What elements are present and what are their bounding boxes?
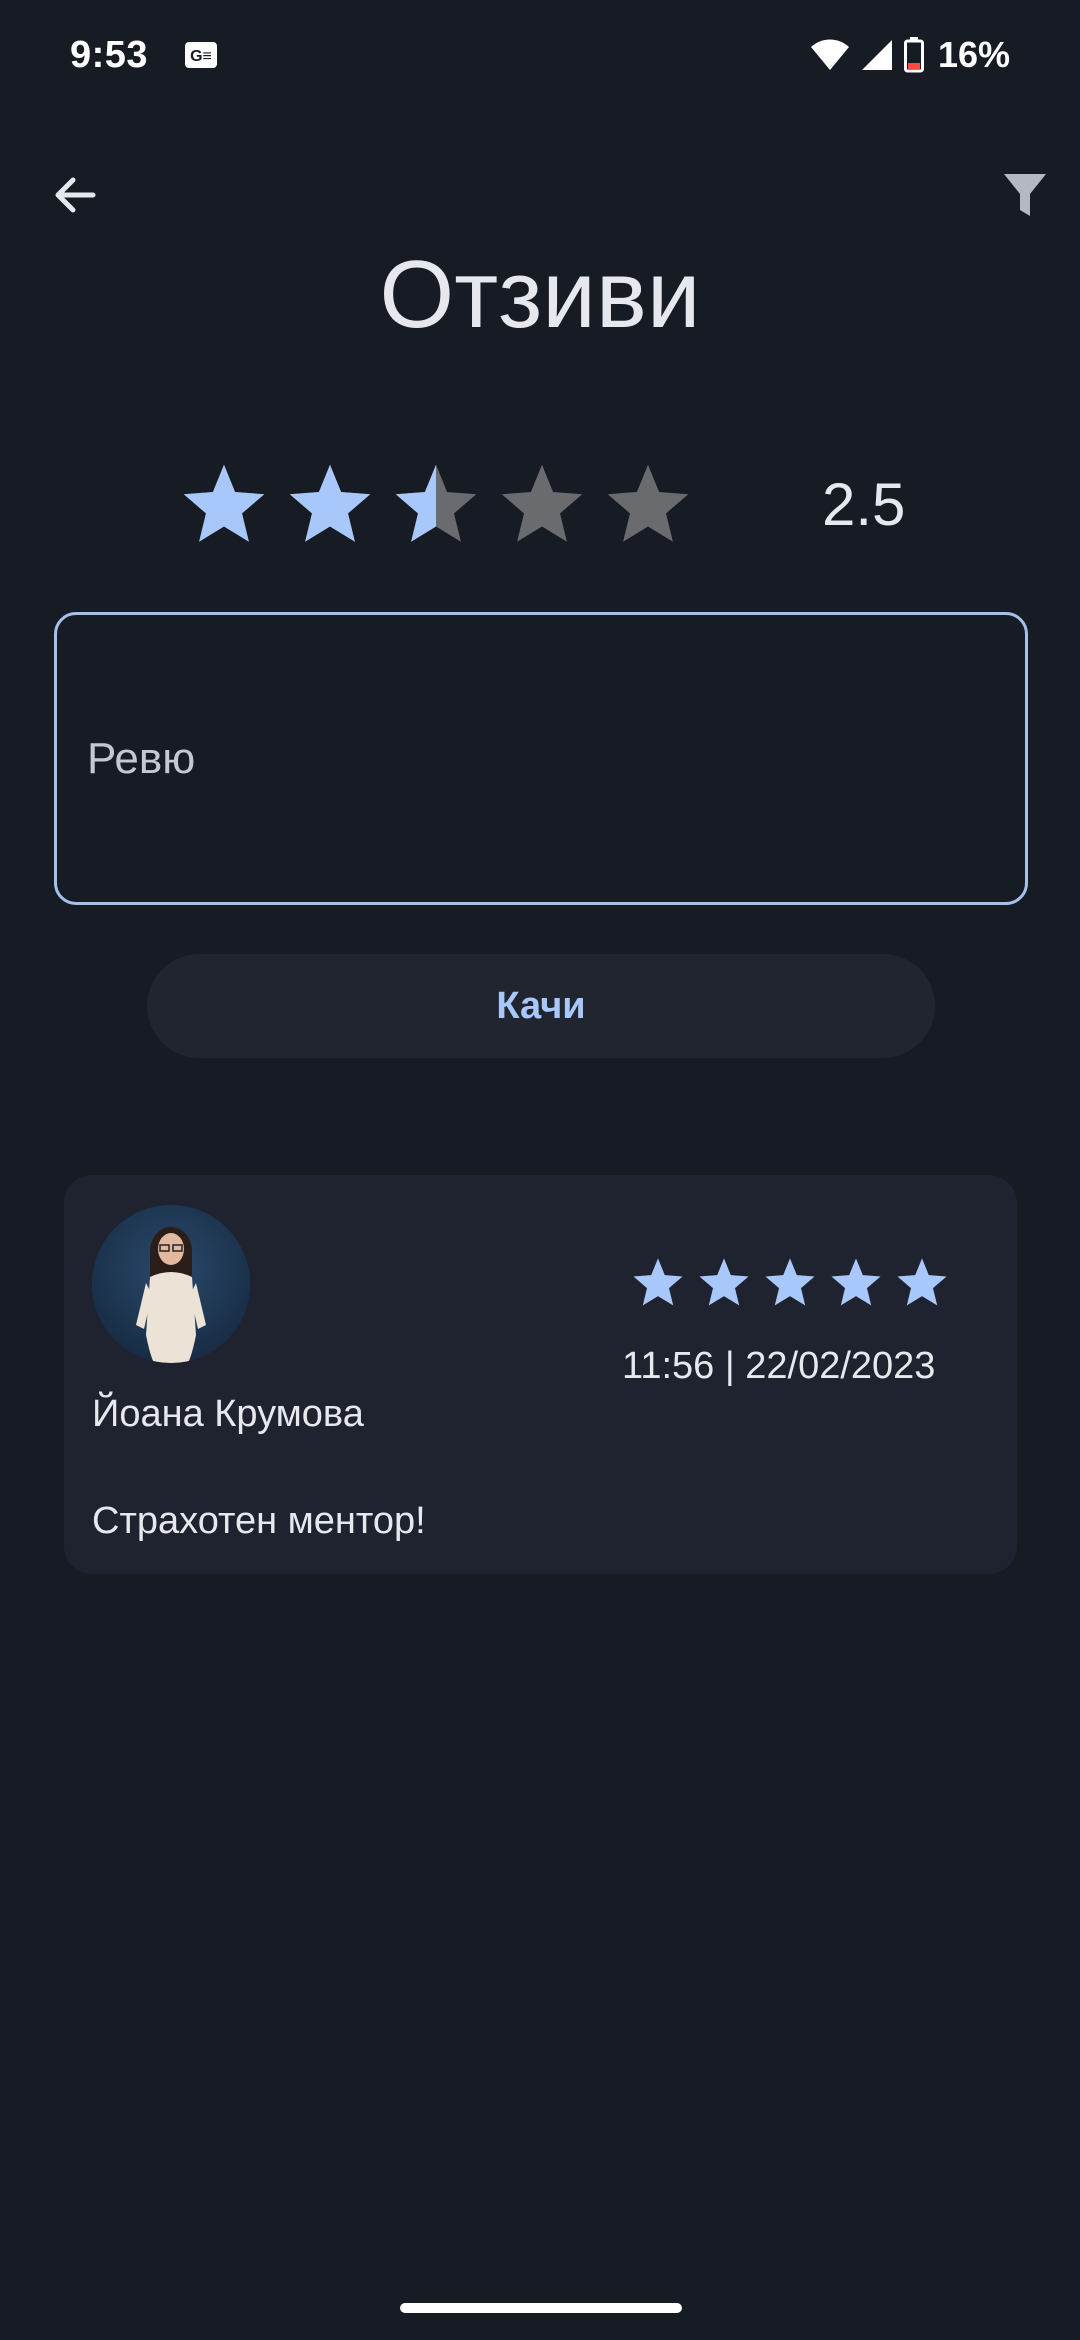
rating-star-icon [395, 464, 477, 542]
battery-percent: 16% [937, 34, 1010, 75]
filter-icon [1004, 174, 1046, 216]
upload-button[interactable]: Качи [147, 954, 935, 1058]
rating-star-icon [607, 464, 689, 542]
rating-star-icon [183, 464, 265, 542]
back-button[interactable] [40, 160, 110, 230]
filter-button[interactable] [990, 160, 1060, 230]
page-title: Отзиви [379, 241, 701, 348]
review-text: Страхотен ментор! [92, 1500, 426, 1542]
review-card: Йоана Крумова 11:56 | 22/02/2023 Страхот… [64, 1175, 1017, 1574]
review-field[interactable] [54, 612, 1028, 905]
review-star-icon [765, 1258, 815, 1306]
wifi-icon [810, 39, 849, 70]
review-star-icon [699, 1258, 749, 1306]
status-bar: 9:53 G≡ 16% [0, 0, 1080, 110]
status-time: 9:53 [70, 33, 149, 76]
review-datetime: 11:56 | 22/02/2023 [622, 1345, 936, 1387]
review-star-icon [633, 1258, 683, 1306]
cell-signal-icon [861, 40, 892, 70]
avatar-photo [92, 1205, 250, 1363]
svg-text:G≡: G≡ [190, 48, 212, 65]
reviews-screen: 9:53 G≡ 16% Отзиви 2.5 Ревю Качи Йоана К… [0, 0, 1080, 2340]
rating-stars [178, 459, 694, 551]
reviewer-name: Йоана Крумова [92, 1393, 364, 1435]
review-star-icon [831, 1258, 881, 1306]
status-right: 16% [810, 34, 1010, 76]
avatar [92, 1205, 250, 1363]
status-left: 9:53 G≡ [70, 34, 218, 77]
average-rating-stars [178, 455, 694, 555]
review-star-icon [897, 1258, 947, 1306]
rating-star-icon [501, 464, 583, 542]
review-input[interactable] [87, 615, 1025, 902]
rating-value: 2.5 [822, 471, 906, 538]
battery-icon [903, 37, 924, 73]
rating-star-icon [289, 464, 371, 542]
arrow-back-icon [55, 177, 96, 213]
home-indicator[interactable] [400, 2303, 682, 2313]
review-stars [630, 1255, 950, 1311]
gs-notification-icon: G≡ [185, 42, 218, 68]
